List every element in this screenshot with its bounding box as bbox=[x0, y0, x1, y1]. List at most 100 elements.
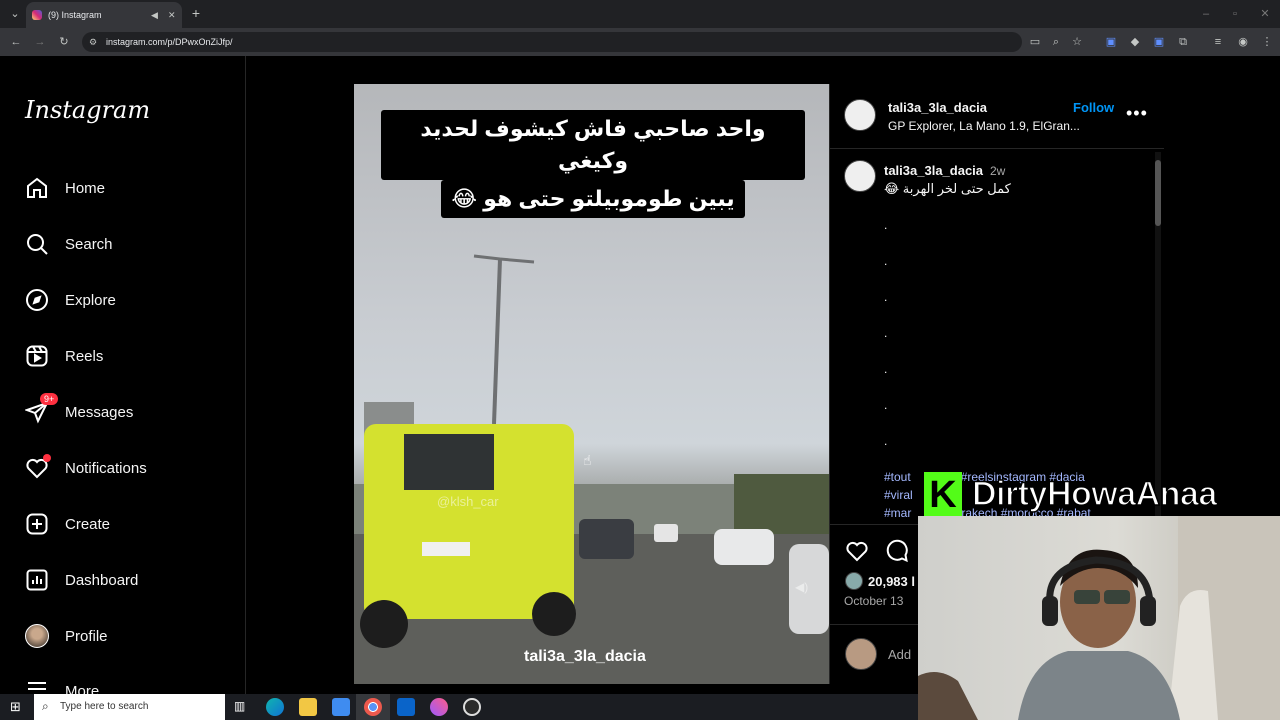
mute-toggle-icon[interactable]: ◀) bbox=[795, 580, 808, 594]
media-queue-icon[interactable]: ≡ bbox=[1211, 36, 1225, 48]
edge-icon[interactable] bbox=[266, 698, 284, 716]
sidebar-item-messages[interactable]: 9+ Messages bbox=[25, 393, 134, 427]
browser-tab[interactable]: (9) Instagram ◀ ✕ bbox=[26, 2, 182, 28]
video-caption-line2: يبين طوموبيلتو حتى هو 😂 bbox=[441, 180, 745, 218]
sidebar-item-notifications[interactable]: Notifications bbox=[25, 453, 147, 483]
search-icon bbox=[25, 232, 49, 256]
tab-close-icon[interactable]: ✕ bbox=[168, 10, 176, 21]
browser-tab-bar: ⌄ (9) Instagram ◀ ✕ + – ▫ ✕ bbox=[0, 0, 1280, 28]
dashboard-icon bbox=[25, 568, 49, 592]
taskbar-search-icon: ⌕ bbox=[42, 699, 49, 713]
reload-icon[interactable]: ↻ bbox=[57, 36, 71, 48]
comment-bubble-icon[interactable] bbox=[885, 539, 909, 568]
hashtags-line[interactable]: #viral bbox=[884, 488, 913, 502]
sidebar-item-explore[interactable]: Explore bbox=[25, 285, 116, 315]
tab-search-icon[interactable]: ⌄ bbox=[8, 8, 22, 20]
sidebar-item-label: Notifications bbox=[65, 459, 147, 477]
taskbar-search-box[interactable]: Type here to search bbox=[34, 694, 225, 720]
more-options-icon[interactable]: ••• bbox=[1126, 103, 1148, 124]
messenger-icon: 9+ bbox=[25, 393, 59, 424]
outlook-icon[interactable] bbox=[397, 698, 415, 716]
store-icon[interactable] bbox=[332, 698, 350, 716]
maximize-icon[interactable]: ▫ bbox=[1228, 8, 1242, 20]
chrome-active-indicator bbox=[356, 694, 390, 720]
sidebar-item-label: Dashboard bbox=[65, 571, 139, 589]
sidebar-item-dashboard[interactable]: Dashboard bbox=[25, 565, 138, 595]
close-window-icon[interactable]: ✕ bbox=[1258, 8, 1272, 20]
video-watermark: @klsh_car bbox=[437, 494, 499, 509]
cast-icon[interactable]: ▭ bbox=[1028, 36, 1042, 48]
sidebar-item-label: Profile bbox=[65, 627, 108, 645]
url-text: instagram.com/p/DPwxOnZiJfp/ bbox=[106, 37, 233, 47]
forward-icon[interactable]: → bbox=[33, 36, 47, 48]
home-icon bbox=[25, 176, 49, 200]
bookmark-star-icon[interactable]: ☆ bbox=[1070, 36, 1084, 48]
sidebar-item-label: Home bbox=[65, 179, 106, 197]
caption-dot: . bbox=[884, 254, 888, 268]
browser-menu-icon[interactable]: ⋮ bbox=[1260, 36, 1274, 48]
post-date: October 13 bbox=[844, 594, 904, 608]
extension-diamond-icon[interactable]: ◆ bbox=[1128, 36, 1142, 48]
post-author-username[interactable]: tali3a_3la_dacia bbox=[888, 100, 987, 115]
messages-badge: 9+ bbox=[40, 393, 59, 405]
notification-dot bbox=[43, 454, 51, 462]
sidebar-item-reels[interactable]: Reels bbox=[25, 341, 103, 371]
caption-dot: . bbox=[884, 434, 888, 448]
liked-by-avatar bbox=[845, 572, 863, 590]
avatar-icon bbox=[25, 624, 49, 648]
streamer-name: DirtyHowaAnaa bbox=[971, 474, 1218, 514]
site-info-icon[interactable]: ⚙ bbox=[89, 32, 97, 52]
comment-timestamp: 2w bbox=[990, 164, 1006, 178]
comment-author-username[interactable]: tali3a_3la_dacia bbox=[884, 163, 983, 178]
post-audio-label[interactable]: GP Explorer, La Mano 1.9, ElGran... bbox=[888, 119, 1080, 133]
address-bar[interactable]: ⚙ instagram.com/p/DPwxOnZiJfp/ bbox=[82, 32, 1022, 52]
sidebar-item-label: More bbox=[65, 683, 100, 694]
menu-icon bbox=[25, 677, 49, 694]
sidebar-item-label: Reels bbox=[65, 347, 104, 365]
sidebar-item-label: Messages bbox=[65, 403, 134, 421]
windows-start-icon[interactable]: ⊞ bbox=[10, 699, 21, 715]
zoom-icon[interactable]: ⌕ bbox=[1049, 36, 1063, 48]
new-tab-icon[interactable]: + bbox=[189, 6, 203, 20]
mouse-cursor-icon: ☝ bbox=[583, 452, 592, 468]
caption-dot: . bbox=[884, 218, 888, 232]
tab-title: (9) Instagram bbox=[48, 10, 102, 20]
panel-divider bbox=[829, 148, 1164, 149]
extension-blue-icon[interactable]: ▣ bbox=[1152, 36, 1166, 48]
instagram-favicon-icon bbox=[32, 10, 42, 20]
extension-translate-icon[interactable]: ▣ bbox=[1104, 36, 1118, 48]
caption-dot: . bbox=[884, 290, 888, 304]
sidebar-item-more[interactable]: More bbox=[25, 677, 99, 694]
current-user-avatar bbox=[845, 638, 877, 670]
minimize-icon[interactable]: – bbox=[1199, 8, 1213, 20]
sidebar-item-search[interactable]: Search bbox=[25, 229, 113, 259]
sidebar-item-create[interactable]: Create bbox=[25, 509, 110, 539]
comment-author-avatar[interactable] bbox=[844, 160, 876, 192]
follow-button[interactable]: Follow bbox=[1073, 100, 1114, 115]
sidebar-item-profile[interactable]: Profile bbox=[25, 621, 108, 651]
video-caption-line1: واحد صاحبي فاش كيشوف لحديد وكيغي bbox=[381, 110, 805, 180]
messenger-app-icon[interactable] bbox=[430, 698, 448, 716]
likes-count[interactable]: 20,983 l bbox=[868, 574, 915, 589]
webcam-overlay bbox=[918, 516, 1280, 720]
sidebar-item-home[interactable]: Home bbox=[25, 173, 105, 203]
obs-recording-icon[interactable] bbox=[463, 698, 481, 716]
comments-scroll-thumb[interactable] bbox=[1155, 160, 1161, 226]
file-explorer-icon[interactable] bbox=[299, 698, 317, 716]
like-heart-icon[interactable] bbox=[845, 539, 869, 568]
back-icon[interactable]: ← bbox=[9, 36, 23, 48]
tab-audio-icon[interactable]: ◀ bbox=[151, 10, 158, 21]
plus-square-icon bbox=[25, 512, 49, 536]
reels-icon bbox=[25, 344, 49, 368]
instagram-logo[interactable]: Instagram bbox=[25, 96, 150, 124]
comment-text: كمل حتى لخر الهربة 😂 bbox=[884, 181, 1011, 196]
profile-icon[interactable]: ◉ bbox=[1236, 36, 1250, 48]
add-comment-input[interactable]: Add bbox=[888, 647, 911, 662]
extensions-puzzle-icon[interactable]: ⧉ bbox=[1176, 36, 1190, 48]
sidebar-item-label: Create bbox=[65, 515, 111, 533]
compass-icon bbox=[25, 288, 49, 312]
author-avatar[interactable] bbox=[844, 99, 876, 131]
instagram-sidebar bbox=[0, 56, 246, 696]
task-view-icon[interactable]: ▥ bbox=[234, 699, 245, 713]
kick-logo-icon: K bbox=[924, 472, 962, 518]
